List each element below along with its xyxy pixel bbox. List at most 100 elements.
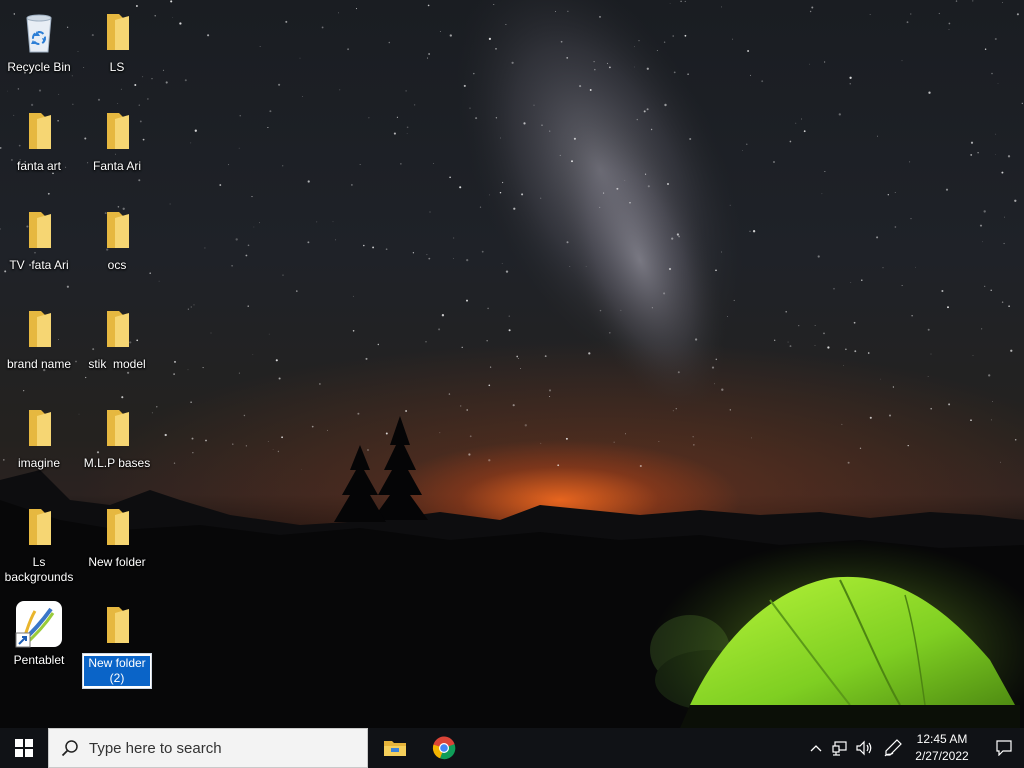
star bbox=[282, 165, 284, 167]
star bbox=[489, 366, 492, 368]
star bbox=[814, 345, 816, 347]
star bbox=[466, 258, 469, 262]
desktop-icon-recycle-bin[interactable]: Recycle Bin bbox=[0, 8, 78, 75]
pen-workspace-button[interactable] bbox=[880, 728, 906, 768]
star bbox=[573, 137, 576, 140]
star bbox=[269, 110, 272, 113]
desktop-icon-imagine[interactable]: imagine bbox=[0, 404, 78, 471]
taskbar-file-explorer[interactable] bbox=[371, 728, 419, 768]
icon-label: fanta art bbox=[16, 159, 62, 173]
star bbox=[173, 462, 176, 464]
star bbox=[1003, 242, 1005, 245]
star bbox=[516, 355, 519, 358]
desktop-icon-pentablet[interactable]: Pentablet bbox=[0, 601, 78, 668]
star bbox=[365, 357, 368, 360]
taskbar-clock[interactable]: 12:45 AM 2/27/2022 bbox=[906, 728, 978, 768]
star bbox=[746, 143, 748, 145]
star bbox=[684, 0, 686, 2]
star bbox=[1014, 439, 1017, 441]
volume-button[interactable] bbox=[852, 728, 878, 768]
star bbox=[335, 239, 337, 241]
desktop-icon-brand-name[interactable]: brand name bbox=[0, 305, 78, 372]
desktop-icon-fanta-ari[interactable]: Fanta Ari bbox=[78, 107, 156, 174]
star bbox=[634, 66, 635, 68]
star bbox=[30, 103, 34, 107]
star bbox=[645, 173, 647, 175]
desktop-icon-ls-backgrounds[interactable]: Ls backgrounds bbox=[0, 503, 78, 585]
star bbox=[247, 244, 250, 247]
star bbox=[785, 310, 787, 313]
star bbox=[307, 241, 310, 244]
star bbox=[359, 164, 361, 165]
star bbox=[372, 246, 375, 249]
star bbox=[493, 3, 495, 5]
star bbox=[567, 10, 569, 12]
taskbar-chrome[interactable] bbox=[420, 728, 468, 768]
star bbox=[363, 244, 365, 247]
star bbox=[505, 23, 507, 26]
star bbox=[1021, 102, 1023, 105]
star bbox=[466, 299, 468, 302]
star bbox=[977, 152, 979, 154]
action-center-button[interactable] bbox=[988, 728, 1020, 768]
star bbox=[247, 305, 249, 307]
star bbox=[646, 67, 649, 70]
star bbox=[245, 254, 248, 257]
star bbox=[647, 185, 650, 188]
star bbox=[608, 66, 611, 69]
star bbox=[684, 34, 687, 37]
star bbox=[138, 179, 141, 182]
star bbox=[729, 409, 731, 411]
star bbox=[517, 357, 519, 360]
folder-icon bbox=[107, 607, 129, 643]
star bbox=[882, 267, 884, 269]
desktop-icon-fanta-art[interactable]: fanta art bbox=[0, 107, 78, 174]
volume-icon bbox=[856, 740, 872, 756]
desktop-icon-new-folder[interactable]: New folder bbox=[78, 503, 156, 570]
star bbox=[990, 289, 992, 292]
star bbox=[495, 48, 497, 50]
system-tray: 12:45 AM 2/27/2022 bbox=[804, 728, 1024, 768]
star bbox=[930, 407, 932, 410]
star bbox=[142, 76, 144, 78]
star bbox=[948, 29, 950, 30]
show-hidden-icons-button[interactable] bbox=[804, 728, 828, 768]
star bbox=[210, 332, 212, 334]
star bbox=[253, 226, 255, 228]
star bbox=[803, 130, 806, 133]
star bbox=[823, 61, 826, 63]
desktop-icon-tv-fata-ari[interactable]: TV fata Ari bbox=[0, 206, 78, 273]
desktop-icon-new-folder-2[interactable]: New folder (2) bbox=[78, 601, 156, 689]
star bbox=[469, 107, 471, 109]
star bbox=[729, 204, 731, 206]
rename-textbox[interactable]: New folder (2) bbox=[82, 653, 152, 689]
desktop-icon-ls[interactable]: LS bbox=[78, 8, 156, 75]
star bbox=[849, 83, 851, 85]
star bbox=[992, 401, 993, 403]
star bbox=[438, 328, 441, 331]
desktop-icon-ocs[interactable]: ocs bbox=[78, 206, 156, 273]
star bbox=[774, 339, 776, 341]
star bbox=[673, 71, 676, 74]
folder-icon bbox=[107, 410, 129, 446]
star bbox=[585, 265, 587, 267]
network-button[interactable] bbox=[828, 728, 852, 768]
star bbox=[319, 383, 321, 385]
desktop-icon-stik-model[interactable]: stik model bbox=[78, 305, 156, 372]
star bbox=[599, 309, 602, 312]
star bbox=[634, 46, 635, 48]
star bbox=[880, 378, 881, 380]
search-placeholder: Type here to search bbox=[89, 739, 222, 757]
icon-label: New folder bbox=[88, 555, 146, 569]
star bbox=[747, 50, 750, 52]
desktop-icon-mlp-bases[interactable]: M.L.P bases bbox=[78, 404, 156, 471]
taskbar-search-box[interactable]: Type here to search bbox=[48, 728, 368, 768]
star bbox=[827, 346, 830, 349]
star bbox=[332, 221, 334, 223]
star bbox=[170, 0, 173, 3]
star bbox=[252, 354, 254, 355]
star bbox=[301, 468, 302, 470]
start-button[interactable] bbox=[0, 728, 48, 768]
star bbox=[982, 241, 983, 243]
icon-label: brand name bbox=[6, 357, 72, 371]
